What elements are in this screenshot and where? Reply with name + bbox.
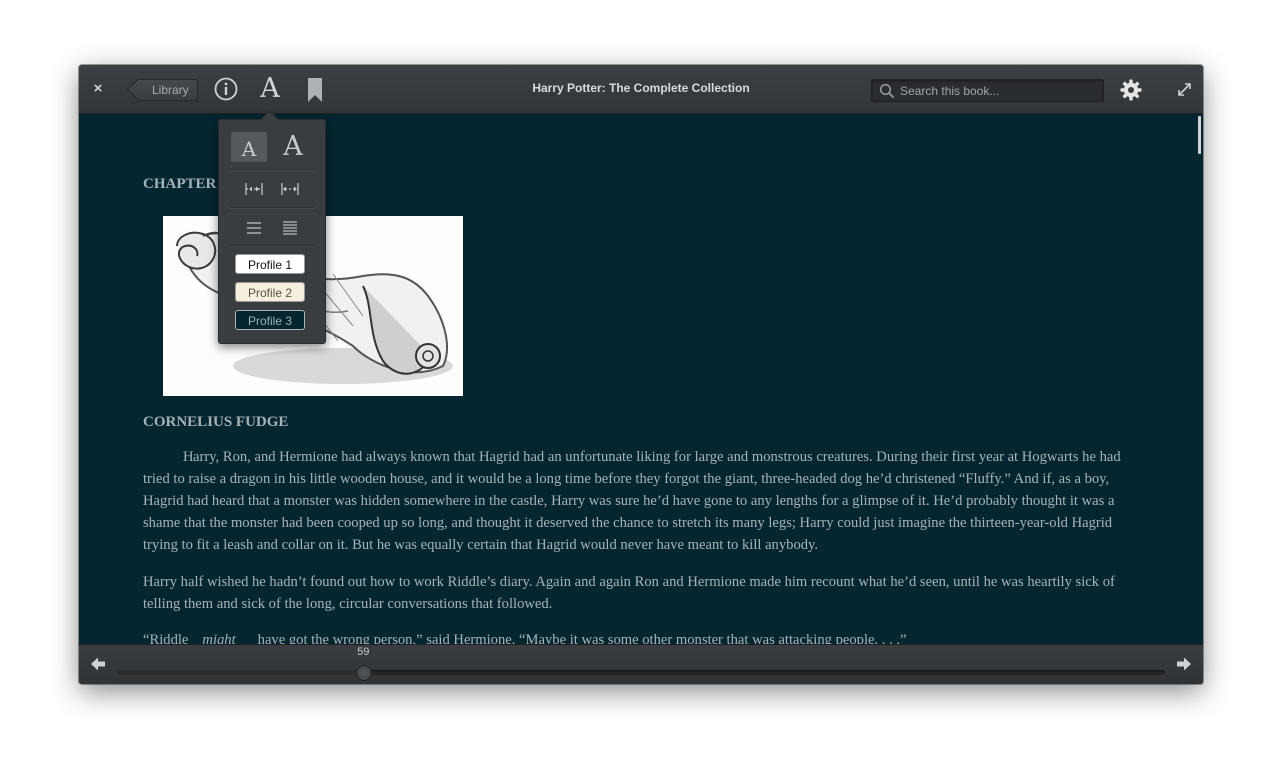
gear-icon[interactable] (1120, 79, 1142, 101)
library-button-label: Library (152, 83, 189, 97)
margins-wide-icon[interactable] (279, 181, 301, 197)
scrollbar-thumb[interactable] (1198, 116, 1201, 154)
font-size-increase-button[interactable]: A (275, 130, 311, 162)
arrow-left-icon[interactable] (90, 656, 106, 672)
search-box[interactable] (871, 79, 1104, 102)
font-size-decrease-button[interactable]: A (231, 132, 267, 162)
paragraph: Harry, Ron, and Hermione had always know… (143, 446, 1135, 556)
scrollbar[interactable] (1197, 114, 1203, 644)
profile-1-button[interactable]: Profile 1 (235, 254, 305, 274)
line-spacing-tight-icon[interactable] (279, 220, 301, 236)
profile-2-button[interactable]: Profile 2 (235, 282, 305, 302)
paragraph: “Riddle might have got the wrong person,” … (143, 629, 1135, 644)
italic-text: might (202, 632, 236, 644)
page-slider-thumb[interactable] (356, 665, 373, 681)
search-icon (879, 83, 895, 99)
paragraph-text: “Riddle (143, 632, 189, 644)
info-icon[interactable] (214, 77, 238, 101)
line-spacing-loose-icon[interactable] (243, 220, 265, 236)
margins-narrow-icon[interactable] (243, 181, 265, 197)
toolbar: × Library A Harry Potter: The Complete C… (79, 65, 1203, 114)
divider (230, 169, 314, 171)
paragraph-text: have got the wrong person,” said Hermion… (257, 632, 907, 644)
expand-icon[interactable] (1177, 82, 1192, 97)
divider (230, 245, 314, 247)
page-slider[interactable] (117, 670, 1165, 675)
paragraph: Harry half wished he hadn’t found out ho… (143, 574, 1115, 612)
divider (230, 207, 314, 209)
arrow-right-icon[interactable] (1176, 656, 1192, 672)
book-title: Harry Potter: The Complete Collection (532, 81, 750, 95)
paragraph-text: arry, Ron, and Hermione had always known… (143, 449, 1121, 553)
library-button[interactable]: Library (137, 79, 198, 101)
font-settings-popover: A A Profile 1 Profile 2 Profile 3 (218, 119, 326, 344)
font-settings-button[interactable]: A (257, 74, 283, 104)
profile-3-button[interactable]: Profile 3 (235, 310, 305, 330)
page-number: 59 (357, 646, 370, 658)
navigation-bar: 59 (79, 644, 1203, 684)
page-slider-fill (117, 670, 364, 675)
chapter-heading: CHAPTER (143, 176, 217, 192)
bookmark-icon[interactable] (308, 78, 322, 102)
close-button[interactable]: × (89, 79, 107, 99)
search-input[interactable] (900, 80, 1096, 101)
drop-cap: H (183, 449, 194, 465)
chapter-title: CORNELIUS FUDGE (143, 414, 289, 430)
